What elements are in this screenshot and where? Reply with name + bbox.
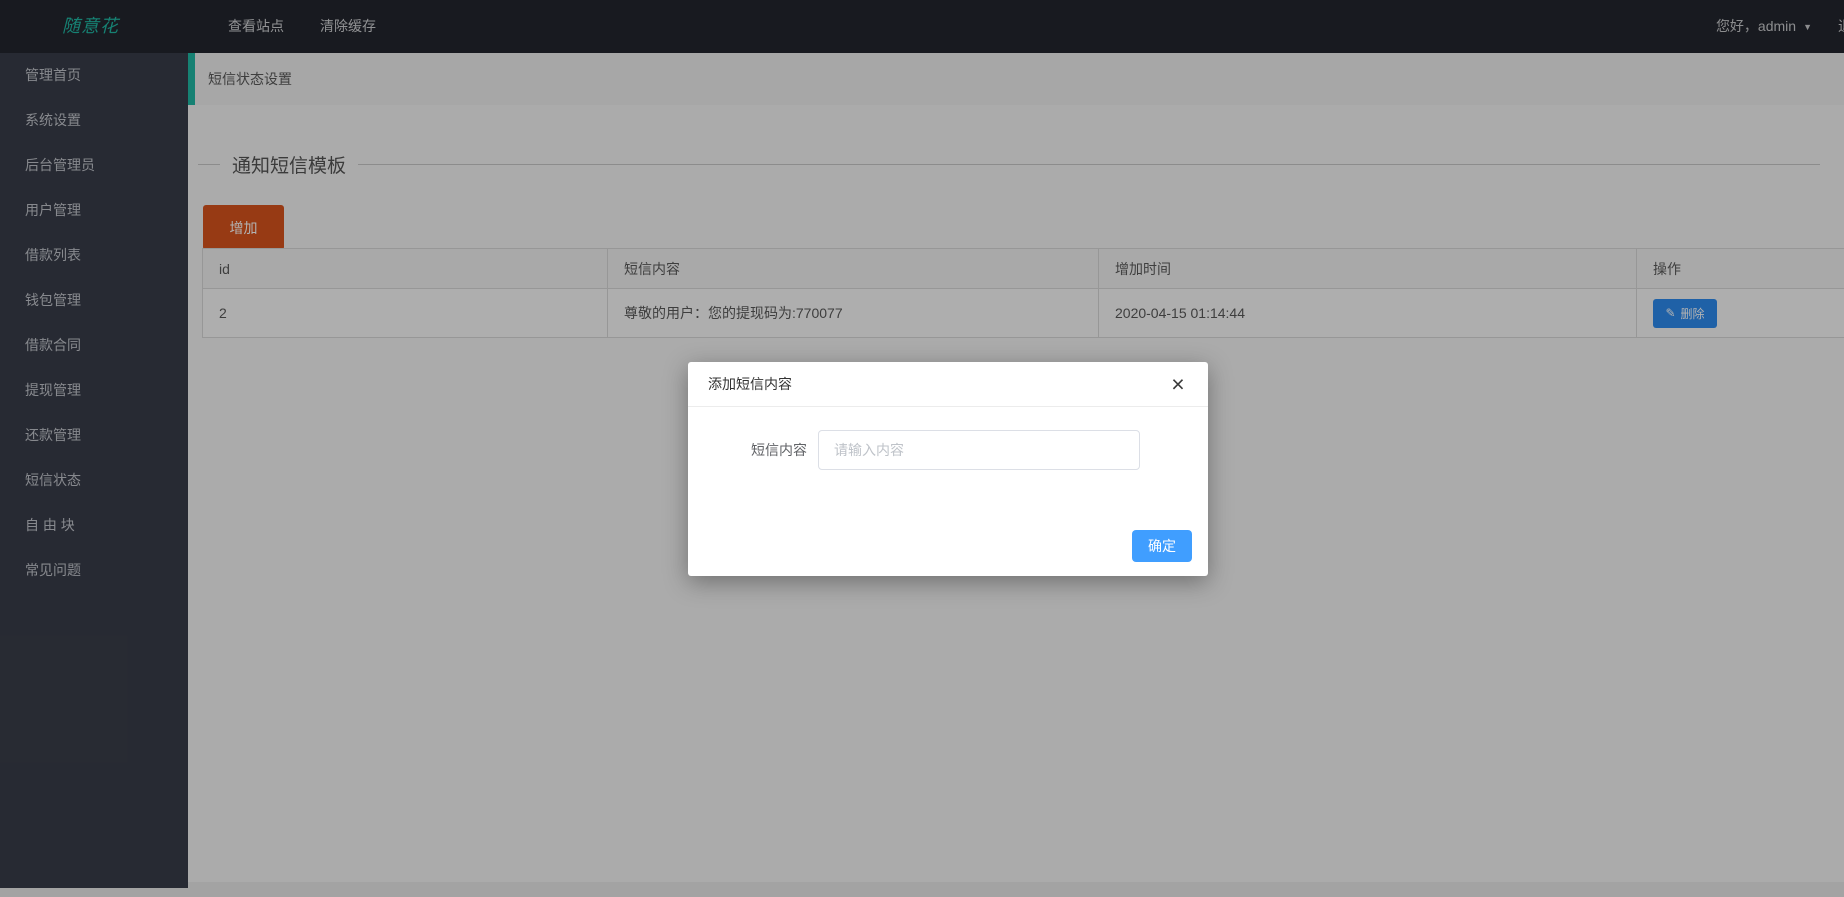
confirm-button[interactable]: 确定 (1132, 530, 1192, 562)
close-icon[interactable]: × (1164, 370, 1192, 398)
add-sms-modal: 添加短信内容 × 短信内容 确定 (688, 362, 1208, 576)
sms-content-label: 短信内容 (751, 442, 807, 458)
modal-header: 添加短信内容 × (688, 362, 1208, 407)
modal-title: 添加短信内容 (708, 376, 792, 392)
sms-content-form-row: 短信内容 (688, 430, 1208, 470)
sms-content-input[interactable] (818, 430, 1140, 470)
modal-footer: 确定 (1132, 530, 1192, 562)
